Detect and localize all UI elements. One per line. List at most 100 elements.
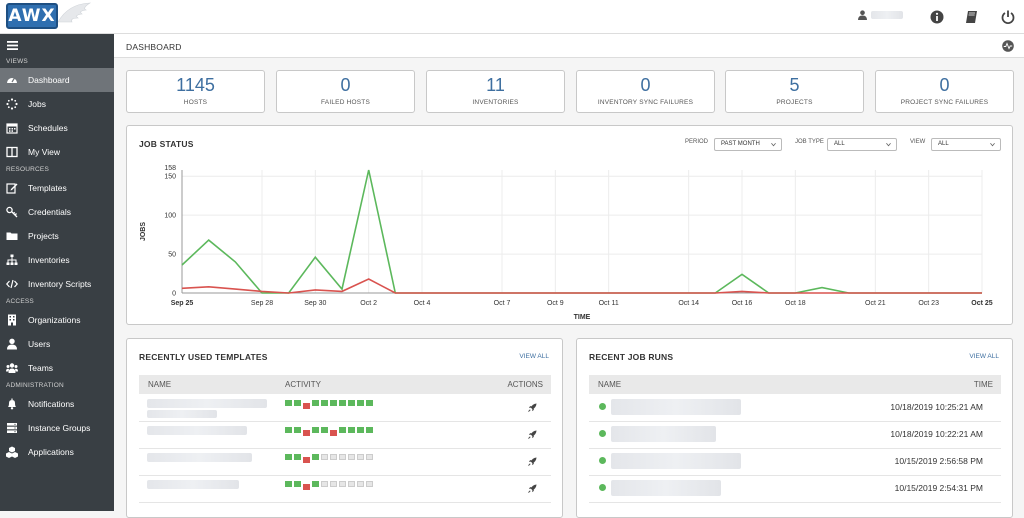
job-success-indicator[interactable] xyxy=(348,427,355,433)
job-run-row[interactable]: 10/18/2019 10:22:21 AM xyxy=(589,422,1001,449)
job-success-indicator[interactable] xyxy=(366,427,373,433)
job-success-indicator[interactable] xyxy=(312,454,319,460)
stat-card-inventories[interactable]: 11 INVENTORIES xyxy=(426,70,565,113)
server-icon xyxy=(6,422,18,434)
launch-rocket-icon[interactable] xyxy=(528,484,537,493)
job-success-indicator[interactable] xyxy=(294,454,301,460)
job-name-redacted[interactable] xyxy=(611,426,716,442)
job-success-indicator[interactable] xyxy=(312,427,319,433)
column-header-name[interactable]: NAME xyxy=(598,375,621,394)
job-success-indicator[interactable] xyxy=(312,481,319,487)
launch-rocket-icon[interactable] xyxy=(528,430,537,439)
job-success-indicator[interactable] xyxy=(285,400,292,406)
job-success-indicator[interactable] xyxy=(285,427,292,433)
menu-toggle-button[interactable] xyxy=(0,34,114,56)
awx-logo[interactable]: AWX xyxy=(0,0,114,34)
stat-card-projects[interactable]: 5 PROJECTS xyxy=(725,70,864,113)
stat-card-hosts[interactable]: 1145 HOSTS xyxy=(126,70,265,113)
job-success-indicator[interactable] xyxy=(357,427,364,433)
job-success-indicator[interactable] xyxy=(294,481,301,487)
jobs-view-all-link[interactable]: VIEW ALL xyxy=(969,353,999,360)
job-empty-indicator[interactable] xyxy=(339,454,346,460)
job-success-indicator[interactable] xyxy=(339,427,346,433)
job-empty-indicator[interactable] xyxy=(330,454,337,460)
launch-rocket-icon[interactable] xyxy=(528,403,537,412)
sidebar-item-users[interactable]: Users xyxy=(0,332,114,356)
job-name-redacted[interactable] xyxy=(611,399,741,415)
job-failed-indicator[interactable] xyxy=(303,457,310,463)
job-failed-indicator[interactable] xyxy=(303,403,310,409)
template-name-redacted[interactable] xyxy=(147,426,247,435)
book-icon[interactable] xyxy=(964,9,980,25)
sidebar: VIEWS Dashboard Jobs Schedules My View R… xyxy=(0,34,114,511)
template-row[interactable] xyxy=(139,476,551,503)
sidebar-item-inventory-scripts[interactable]: Inventory Scripts xyxy=(0,272,114,296)
job-empty-indicator[interactable] xyxy=(330,481,337,487)
job-success-indicator[interactable] xyxy=(330,400,337,406)
sidebar-item-teams[interactable]: Teams xyxy=(0,356,114,380)
template-name-redacted[interactable] xyxy=(147,480,239,489)
sidebar-item-schedules[interactable]: Schedules xyxy=(0,116,114,140)
job-success-indicator[interactable] xyxy=(321,427,328,433)
templates-view-all-link[interactable]: VIEW ALL xyxy=(519,353,549,360)
job-empty-indicator[interactable] xyxy=(348,481,355,487)
job-name-redacted[interactable] xyxy=(611,453,741,469)
job-success-indicator[interactable] xyxy=(285,454,292,460)
sidebar-item-inventories[interactable]: Inventories xyxy=(0,248,114,272)
sidebar-item-dashboard[interactable]: Dashboard xyxy=(0,68,114,92)
template-row[interactable] xyxy=(139,395,551,422)
job-empty-indicator[interactable] xyxy=(321,481,328,487)
folder-icon xyxy=(6,230,18,242)
job-run-time: 10/15/2019 2:54:31 PM xyxy=(895,483,983,493)
template-row[interactable] xyxy=(139,449,551,476)
job-success-indicator[interactable] xyxy=(348,400,355,406)
current-user[interactable] xyxy=(858,10,903,20)
sidebar-item-applications[interactable]: Applications xyxy=(0,440,114,464)
sidebar-item-projects[interactable]: Projects xyxy=(0,224,114,248)
sidebar-item-templates[interactable]: Templates xyxy=(0,176,114,200)
job-failed-indicator[interactable] xyxy=(303,430,310,436)
info-icon[interactable] xyxy=(929,9,945,25)
sidebar-item-jobs[interactable]: Jobs xyxy=(0,92,114,116)
sidebar-item-notifications[interactable]: Notifications xyxy=(0,392,114,416)
job-success-indicator[interactable] xyxy=(285,481,292,487)
column-header-name[interactable]: NAME xyxy=(148,375,171,394)
hamburger-icon xyxy=(7,41,18,50)
job-failed-indicator[interactable] xyxy=(303,484,310,490)
stat-card-inventory-sync-failures[interactable]: 0 INVENTORY SYNC FAILURES xyxy=(576,70,715,113)
job-success-indicator[interactable] xyxy=(357,400,364,406)
job-empty-indicator[interactable] xyxy=(339,481,346,487)
job-empty-indicator[interactable] xyxy=(321,454,328,460)
column-header-time[interactable]: TIME xyxy=(974,375,993,394)
job-failed-indicator[interactable] xyxy=(330,430,337,436)
job-empty-indicator[interactable] xyxy=(366,481,373,487)
job-success-indicator[interactable] xyxy=(339,400,346,406)
job-success-indicator[interactable] xyxy=(321,400,328,406)
job-success-indicator[interactable] xyxy=(294,427,301,433)
chart-x-tick-label: Oct 2 xyxy=(360,300,377,307)
activity-stream-icon[interactable] xyxy=(1002,40,1014,52)
job-empty-indicator[interactable] xyxy=(357,454,364,460)
job-run-row[interactable]: 10/15/2019 2:54:31 PM xyxy=(589,476,1001,503)
job-name-redacted[interactable] xyxy=(611,480,721,496)
job-success-indicator[interactable] xyxy=(312,400,319,406)
stat-card-failed-hosts[interactable]: 0 FAILED HOSTS xyxy=(276,70,415,113)
template-name-redacted[interactable] xyxy=(147,399,267,408)
job-run-row[interactable]: 10/18/2019 10:25:21 AM xyxy=(589,395,1001,422)
sidebar-item-instance-groups[interactable]: Instance Groups xyxy=(0,416,114,440)
stat-card-project-sync-failures[interactable]: 0 PROJECT SYNC FAILURES xyxy=(875,70,1014,113)
launch-rocket-icon[interactable] xyxy=(528,457,537,466)
template-row[interactable] xyxy=(139,422,551,449)
job-success-indicator[interactable] xyxy=(294,400,301,406)
job-success-indicator[interactable] xyxy=(366,400,373,406)
job-empty-indicator[interactable] xyxy=(357,481,364,487)
sidebar-item-organizations[interactable]: Organizations xyxy=(0,308,114,332)
sidebar-item-credentials[interactable]: Credentials xyxy=(0,200,114,224)
stat-label: PROJECTS xyxy=(726,99,863,106)
job-run-row[interactable]: 10/15/2019 2:56:58 PM xyxy=(589,449,1001,476)
job-empty-indicator[interactable] xyxy=(348,454,355,460)
job-empty-indicator[interactable] xyxy=(366,454,373,460)
sidebar-item-my-view[interactable]: My View xyxy=(0,140,114,164)
power-icon[interactable] xyxy=(1000,9,1016,25)
template-name-redacted[interactable] xyxy=(147,453,252,462)
